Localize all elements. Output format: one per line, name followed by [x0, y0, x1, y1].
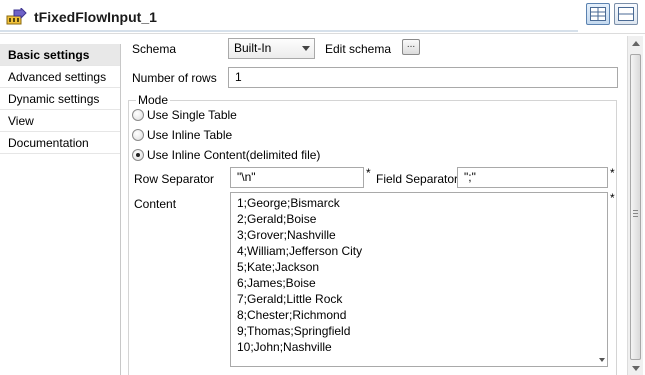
edit-schema-label: Edit schema [325, 42, 392, 56]
sidebar-item-documentation[interactable]: Documentation [0, 132, 120, 154]
row-separator-required-mark: * [366, 166, 371, 180]
grid-view-icon [590, 7, 606, 21]
content-scrollbar[interactable] [597, 193, 607, 366]
radio-use-inline-content[interactable] [132, 149, 144, 161]
mode-label: Mode [136, 93, 171, 107]
content-line: 8;Chester;Richmond [237, 308, 347, 322]
row-separator-input[interactable]: "\n" [230, 167, 364, 188]
content-textarea[interactable]: 1;George;Bismarck 2;Gerald;Boise 3;Grove… [230, 192, 608, 367]
sidebar-item-advanced-settings[interactable]: Advanced settings [0, 66, 120, 88]
content-line: 6;James;Boise [237, 276, 316, 290]
field-separator-label: Field Separator [376, 172, 459, 186]
schema-label: Schema [132, 42, 177, 56]
basic-settings-panel: Schema Built-In Edit schema ... Number o… [122, 36, 627, 375]
sidebar-item-dynamic-settings[interactable]: Dynamic settings [0, 88, 120, 110]
title-divider [0, 30, 578, 32]
use-inline-table-label[interactable]: Use Inline Table [147, 128, 232, 142]
component-title-bar: tFixedFlowInput_1 [0, 0, 645, 34]
panel-vertical-scrollbar[interactable] [627, 36, 643, 375]
settings-sidebar: Basic settings Advanced settings Dynamic… [0, 44, 121, 375]
schema-select[interactable]: Built-In [228, 38, 315, 59]
scrollbar-thumb[interactable] [630, 54, 641, 360]
number-of-rows-input[interactable]: 1 [228, 67, 618, 88]
scroll-up-arrow-icon[interactable] [632, 41, 640, 46]
form-view-button[interactable] [614, 3, 638, 25]
row-separator-label: Row Separator [134, 172, 215, 186]
content-line: 1;George;Bismarck [237, 196, 340, 210]
scroll-down-arrow-icon[interactable] [632, 366, 640, 371]
scroll-down-arrow-icon[interactable] [599, 358, 605, 362]
content-line: 3;Grover;Nashville [237, 228, 336, 242]
content-line: 4;William;Jefferson City [237, 244, 363, 258]
table-view-button[interactable] [586, 3, 610, 25]
content-line: 5;Kate;Jackson [237, 260, 320, 274]
use-inline-content-label[interactable]: Use Inline Content(delimited file) [147, 148, 320, 162]
content-label: Content [134, 197, 177, 211]
chevron-down-icon [302, 46, 310, 51]
content-line: 10;John;Nashville [237, 340, 332, 354]
content-line: 2;Gerald;Boise [237, 212, 317, 226]
edit-schema-button[interactable]: ... [402, 39, 420, 55]
radio-use-inline-table[interactable] [132, 129, 144, 141]
radio-use-single-table[interactable] [132, 109, 144, 121]
use-single-table-label[interactable]: Use Single Table [147, 108, 237, 122]
content-line: 7;Gerald;Little Rock [237, 292, 343, 306]
content-required-mark: * [610, 191, 615, 205]
component-title: tFixedFlowInput_1 [34, 9, 157, 25]
sidebar-item-view[interactable]: View [0, 110, 120, 132]
list-view-icon [618, 7, 634, 21]
field-separator-required-mark: * [610, 166, 615, 180]
fixed-flow-input-icon [6, 6, 28, 26]
schema-select-value: Built-In [234, 41, 272, 55]
field-separator-input[interactable]: ";" [457, 167, 608, 188]
number-of-rows-label: Number of rows [132, 71, 217, 85]
scrollbar-grip-icon [633, 210, 638, 217]
content-line: 9;Thomas;Springfield [237, 324, 351, 338]
sidebar-item-basic-settings[interactable]: Basic settings [0, 44, 120, 66]
